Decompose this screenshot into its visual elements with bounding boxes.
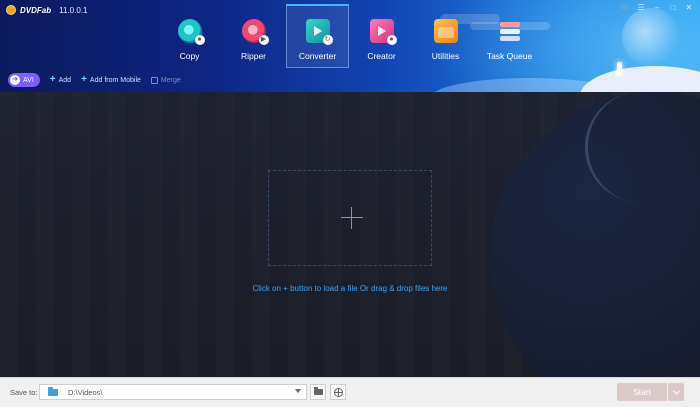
save-path-value: D:\Videos\ bbox=[68, 387, 103, 397]
converter-film-icon: ↻ bbox=[305, 19, 333, 45]
output-format-label: AVI bbox=[23, 76, 34, 84]
add-from-mobile-button[interactable]: + Add from Mobile bbox=[81, 75, 141, 85]
maximize-icon[interactable]: □ bbox=[668, 3, 678, 13]
merge-button[interactable]: Merge bbox=[150, 76, 181, 84]
app-version: 11.0.0.1 bbox=[59, 5, 88, 15]
plus-icon: + bbox=[49, 74, 56, 85]
menu-icon[interactable]: ☰ bbox=[636, 3, 646, 13]
globe-icon bbox=[333, 387, 343, 397]
close-icon[interactable]: ✕ bbox=[684, 3, 694, 13]
minimize-icon[interactable]: – bbox=[652, 3, 662, 13]
tab-label: Task Queue bbox=[486, 51, 533, 61]
add-file-box[interactable] bbox=[268, 170, 432, 266]
start-options-button[interactable] bbox=[668, 383, 684, 401]
converter-toolbar: ➜ AVI + Add + Add from Mobile Merge bbox=[8, 73, 181, 87]
merge-icon bbox=[150, 76, 158, 84]
plus-icon: + bbox=[81, 74, 87, 85]
tab-creator[interactable]: ● Creator bbox=[350, 4, 413, 68]
format-arrow-icon: ➜ bbox=[10, 75, 20, 85]
brand-name: DVDFab bbox=[20, 5, 52, 15]
app-header: DVDFab 11.0.0.1 🛒 ☰ – □ ✕ ● Copy ▶ Rippe… bbox=[0, 0, 700, 92]
header-figure-graphic bbox=[617, 62, 622, 76]
tab-task-queue[interactable]: Task Queue bbox=[478, 4, 541, 68]
chevron-down-icon bbox=[672, 387, 680, 395]
tab-copy[interactable]: ● Copy bbox=[158, 4, 221, 68]
window-controls: 🛒 ☰ – □ ✕ bbox=[620, 3, 694, 13]
add-from-mobile-label: Add from Mobile bbox=[89, 76, 141, 84]
utilities-folder-icon bbox=[433, 19, 458, 43]
tab-converter[interactable]: ↻ Converter bbox=[286, 4, 349, 68]
bottom-bar: Save to: D:\Videos\ Start bbox=[0, 377, 700, 407]
add-plus-icon bbox=[341, 217, 363, 218]
ripper-disc-icon: ▶ bbox=[241, 19, 269, 45]
copy-disc-icon: ● bbox=[177, 19, 205, 45]
folder-icon bbox=[48, 386, 58, 396]
file-drop-area[interactable]: Click on + button to load a file Or drag… bbox=[0, 92, 700, 377]
tab-label: Ripper bbox=[240, 51, 267, 61]
tab-label: Converter bbox=[298, 51, 337, 61]
iso-globe-button[interactable] bbox=[330, 384, 346, 400]
tab-label: Utilities bbox=[431, 51, 460, 61]
browse-folder-button[interactable] bbox=[310, 384, 326, 400]
drop-hint-text: Click on + button to load a file Or drag… bbox=[252, 284, 448, 293]
header-moon-graphic bbox=[622, 8, 680, 66]
tab-label: Creator bbox=[367, 51, 396, 61]
dvdfab-logo-icon bbox=[6, 5, 16, 15]
chevron-down-icon[interactable] bbox=[295, 389, 301, 393]
tab-utilities[interactable]: Utilities bbox=[414, 4, 477, 68]
merge-label: Merge bbox=[160, 76, 181, 84]
output-format-button[interactable]: ➜ AVI bbox=[8, 73, 40, 87]
save-to-label: Save to: bbox=[10, 388, 38, 397]
save-path-field[interactable]: D:\Videos\ bbox=[39, 384, 307, 400]
start-button[interactable]: Start bbox=[617, 383, 667, 401]
cart-icon[interactable]: 🛒 bbox=[620, 3, 630, 13]
tab-ripper[interactable]: ▶ Ripper bbox=[222, 4, 285, 68]
add-button[interactable]: + Add bbox=[50, 75, 71, 85]
tab-label: Copy bbox=[179, 51, 200, 61]
brand: DVDFab 11.0.0.1 bbox=[6, 5, 87, 15]
open-folder-icon bbox=[313, 387, 323, 395]
module-tabs: ● Copy ▶ Ripper ↻ Converter ● Creator Ut… bbox=[158, 4, 542, 68]
add-label: Add bbox=[58, 76, 72, 84]
add-plus-icon bbox=[351, 207, 352, 229]
task-queue-icon bbox=[498, 19, 522, 43]
creator-film-icon: ● bbox=[369, 19, 397, 45]
